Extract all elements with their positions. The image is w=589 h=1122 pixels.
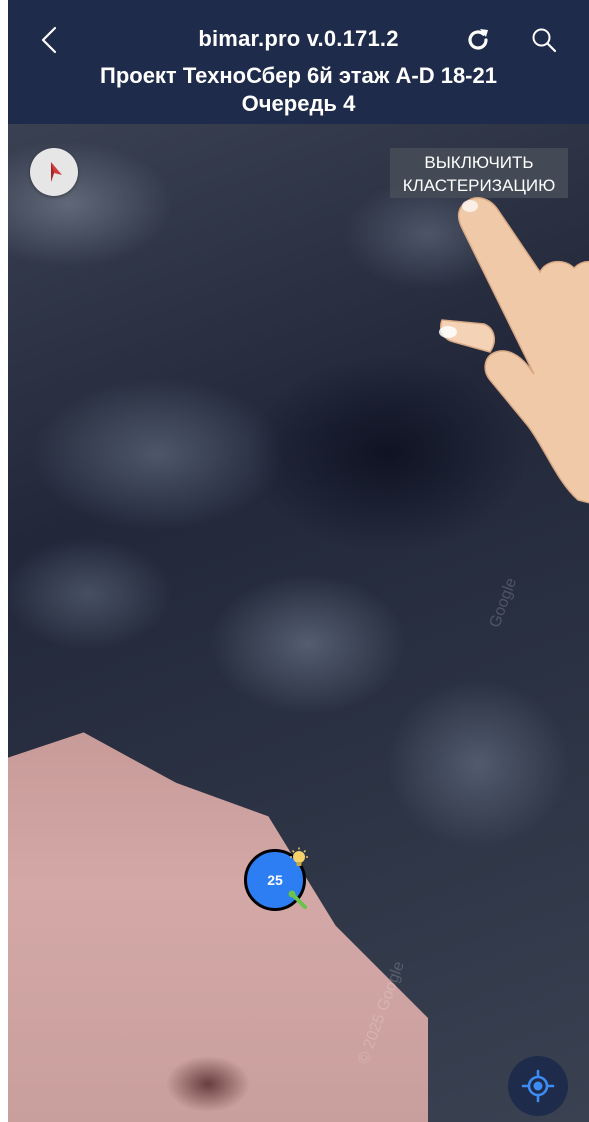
cluster-count: 25 — [267, 872, 283, 888]
project-title-line-1: Проект ТехноСбер 6й этаж A-D 18-21 — [100, 63, 497, 88]
search-button[interactable] — [526, 22, 562, 58]
map-watermark: Google — [486, 575, 521, 630]
lightbulb-icon — [290, 847, 308, 866]
search-icon — [532, 28, 557, 53]
my-location-button[interactable] — [508, 1056, 568, 1116]
compass-icon — [51, 162, 62, 182]
project-title: Проект ТехноСбер 6й этаж A-D 18-21 Очере… — [8, 62, 589, 118]
refresh-icon — [468, 29, 488, 50]
pointing-hand-image — [439, 197, 589, 504]
compass-button[interactable] — [30, 148, 78, 196]
app-screen: bimar.pro v.0.171.2 Проект ТехноСбер 6й … — [8, 0, 589, 1122]
app-title: bimar.pro v.0.171.2 — [198, 26, 399, 51]
wrench-icon — [288, 890, 307, 909]
refresh-button[interactable] — [460, 22, 496, 58]
toggle-clustering-label-1: ВЫКЛЮЧИТЬ — [424, 153, 534, 172]
project-title-line-2: Очередь 4 — [241, 91, 356, 116]
my-location-icon — [521, 1069, 555, 1103]
header-bar: bimar.pro v.0.171.2 Проект ТехноСбер 6й … — [8, 0, 589, 124]
